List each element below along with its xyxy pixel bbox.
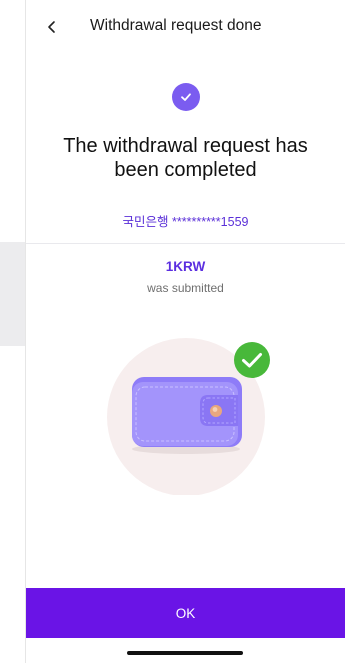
page-title: Withdrawal request done [90, 17, 262, 34]
bank-name: 국민은행 [122, 215, 169, 229]
back-button[interactable] [38, 13, 66, 41]
account-info: 국민은행 **********1559 [26, 211, 345, 230]
completion-message-line-1: The withdrawal request has [63, 135, 308, 157]
wallet-illustration [96, 335, 286, 496]
home-indicator [127, 651, 243, 655]
ok-button[interactable]: OK [26, 588, 345, 638]
account-number: **********1559 [172, 215, 249, 229]
chevron-left-icon [48, 21, 55, 33]
divider [26, 243, 345, 244]
background-panel [0, 242, 26, 346]
withdrawal-amount: 1KRW [165, 259, 206, 274]
header: Withdrawal request done [26, 0, 345, 56]
withdrawal-done-screen: Withdrawal request done The withdrawal r… [26, 0, 345, 663]
completion-message-line-2: been completed [114, 159, 257, 181]
submitted-label: was submitted [147, 281, 224, 295]
green-check-icon [234, 342, 270, 378]
success-check-icon [172, 83, 200, 111]
completion-message: The withdrawal request has been complete… [26, 134, 345, 182]
check-icon [181, 93, 191, 101]
